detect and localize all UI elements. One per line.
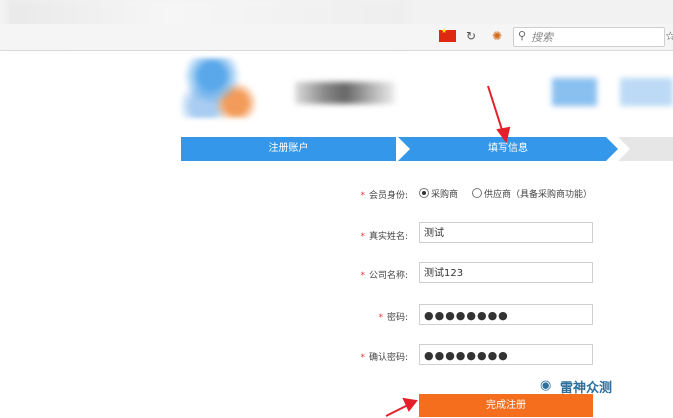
annotation-arrows — [385, 85, 511, 417]
arrow-to-step — [487, 85, 511, 144]
arrow-to-submit — [385, 397, 418, 417]
